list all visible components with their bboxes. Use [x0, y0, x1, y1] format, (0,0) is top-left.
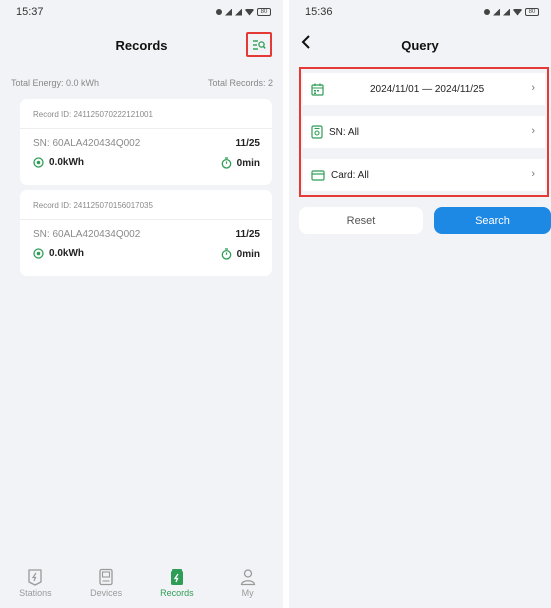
- record-duration: 0min: [221, 248, 260, 260]
- record-energy-value: 0.0kWh: [49, 248, 85, 259]
- energy-icon: [33, 248, 44, 259]
- nav-records[interactable]: Records: [147, 568, 207, 598]
- nav-stations[interactable]: Stations: [5, 568, 65, 598]
- signal-icon-2: [235, 8, 242, 16]
- record-id: Record ID: 241125070156017035: [33, 201, 153, 210]
- nav-records-label: Records: [160, 588, 194, 598]
- records-icon: [170, 569, 183, 585]
- search-button[interactable]: Search: [434, 207, 551, 234]
- header: Records: [0, 28, 283, 62]
- energy-icon: [33, 157, 44, 168]
- records-summary: Total Energy: 0.0 kWh Total Records: 2: [11, 78, 273, 88]
- record-duration: 0min: [221, 157, 260, 169]
- record-duration-value: 0min: [236, 157, 260, 169]
- query-filters: 2024/11/01 — 2024/11/25 › SN: All › Card…: [299, 67, 549, 197]
- back-button[interactable]: [301, 34, 317, 54]
- record-energy: 0.0kWh: [33, 248, 84, 259]
- query-screen: 15:36 80 Query 2024/11/01 — 2024/11/25 ›…: [289, 0, 551, 608]
- total-energy: Total Energy: 0.0 kWh: [11, 78, 100, 88]
- chevron-right-icon: ›: [531, 168, 535, 180]
- signal-icon: [493, 8, 500, 16]
- header: Query: [289, 28, 551, 62]
- status-time: 15:36: [305, 6, 333, 18]
- record-sn: SN: 60ALA420434Q002: [33, 138, 141, 149]
- stations-icon: [28, 569, 43, 586]
- wifi-icon: [245, 8, 254, 16]
- status-bar: 15:37 80: [0, 0, 283, 24]
- record-card[interactable]: Record ID: 241125070156017035 SN: 60ALA4…: [20, 190, 272, 276]
- chevron-left-icon: [301, 35, 310, 49]
- sn-filter-row[interactable]: SN: All ›: [303, 116, 545, 148]
- total-records: Total Records: 2: [207, 78, 273, 88]
- filter-search-button[interactable]: [246, 32, 272, 57]
- card-icon: [311, 169, 325, 181]
- nav-stations-label: Stations: [19, 588, 52, 598]
- signal-icon-2: [503, 8, 510, 16]
- notification-icon: [484, 9, 490, 15]
- record-card[interactable]: Record ID: 241125070222121001 SN: 60ALA4…: [20, 99, 272, 185]
- nav-my[interactable]: My: [218, 568, 278, 598]
- devices-icon: [99, 568, 113, 586]
- battery-icon: 80: [525, 8, 539, 16]
- page-title: Records: [115, 37, 168, 53]
- charger-device-icon: [311, 125, 323, 139]
- card-divider: [20, 128, 272, 129]
- record-sn: SN: 60ALA420434Q002: [33, 229, 141, 240]
- wifi-icon: [513, 8, 522, 16]
- status-bar: 15:36 80: [289, 0, 551, 24]
- record-energy-value: 0.0kWh: [49, 157, 85, 168]
- my-icon: [240, 569, 255, 586]
- record-id: Record ID: 241125070222121001: [33, 110, 153, 119]
- record-energy: 0.0kWh: [33, 157, 84, 168]
- card-filter-row[interactable]: Card: All ›: [303, 159, 545, 191]
- card-divider: [20, 219, 272, 220]
- sn-filter-value: SN: All: [329, 126, 360, 138]
- date-range-row[interactable]: 2024/11/01 — 2024/11/25 ›: [303, 73, 545, 105]
- calendar-icon: [311, 83, 324, 96]
- status-icons: 80: [216, 8, 271, 16]
- chevron-right-icon: ›: [531, 125, 535, 137]
- page-title: Query: [401, 37, 439, 53]
- record-date: 11/25: [235, 138, 260, 149]
- record-date: 11/25: [235, 229, 260, 240]
- notification-icon: [216, 9, 222, 15]
- nav-devices-label: Devices: [90, 588, 123, 598]
- card-filter-value: Card: All: [331, 169, 369, 181]
- timer-icon: [221, 157, 232, 169]
- bottom-nav: Stations Devices Records My: [0, 562, 283, 608]
- reset-button[interactable]: Reset: [299, 207, 423, 234]
- chevron-right-icon: ›: [531, 82, 535, 94]
- status-time: 15:37: [16, 6, 44, 18]
- nav-my-label: My: [241, 588, 254, 598]
- records-screen: 15:37 80 Records Total Energy: 0.0 kWh T…: [0, 0, 283, 608]
- record-duration-value: 0min: [236, 248, 260, 260]
- timer-icon: [221, 248, 232, 260]
- nav-devices[interactable]: Devices: [76, 568, 136, 598]
- date-range-value: 2024/11/01 — 2024/11/25: [370, 83, 485, 95]
- signal-icon: [225, 8, 232, 16]
- status-icons: 80: [484, 8, 539, 16]
- filter-search-icon: [253, 39, 266, 50]
- battery-icon: 80: [257, 8, 271, 16]
